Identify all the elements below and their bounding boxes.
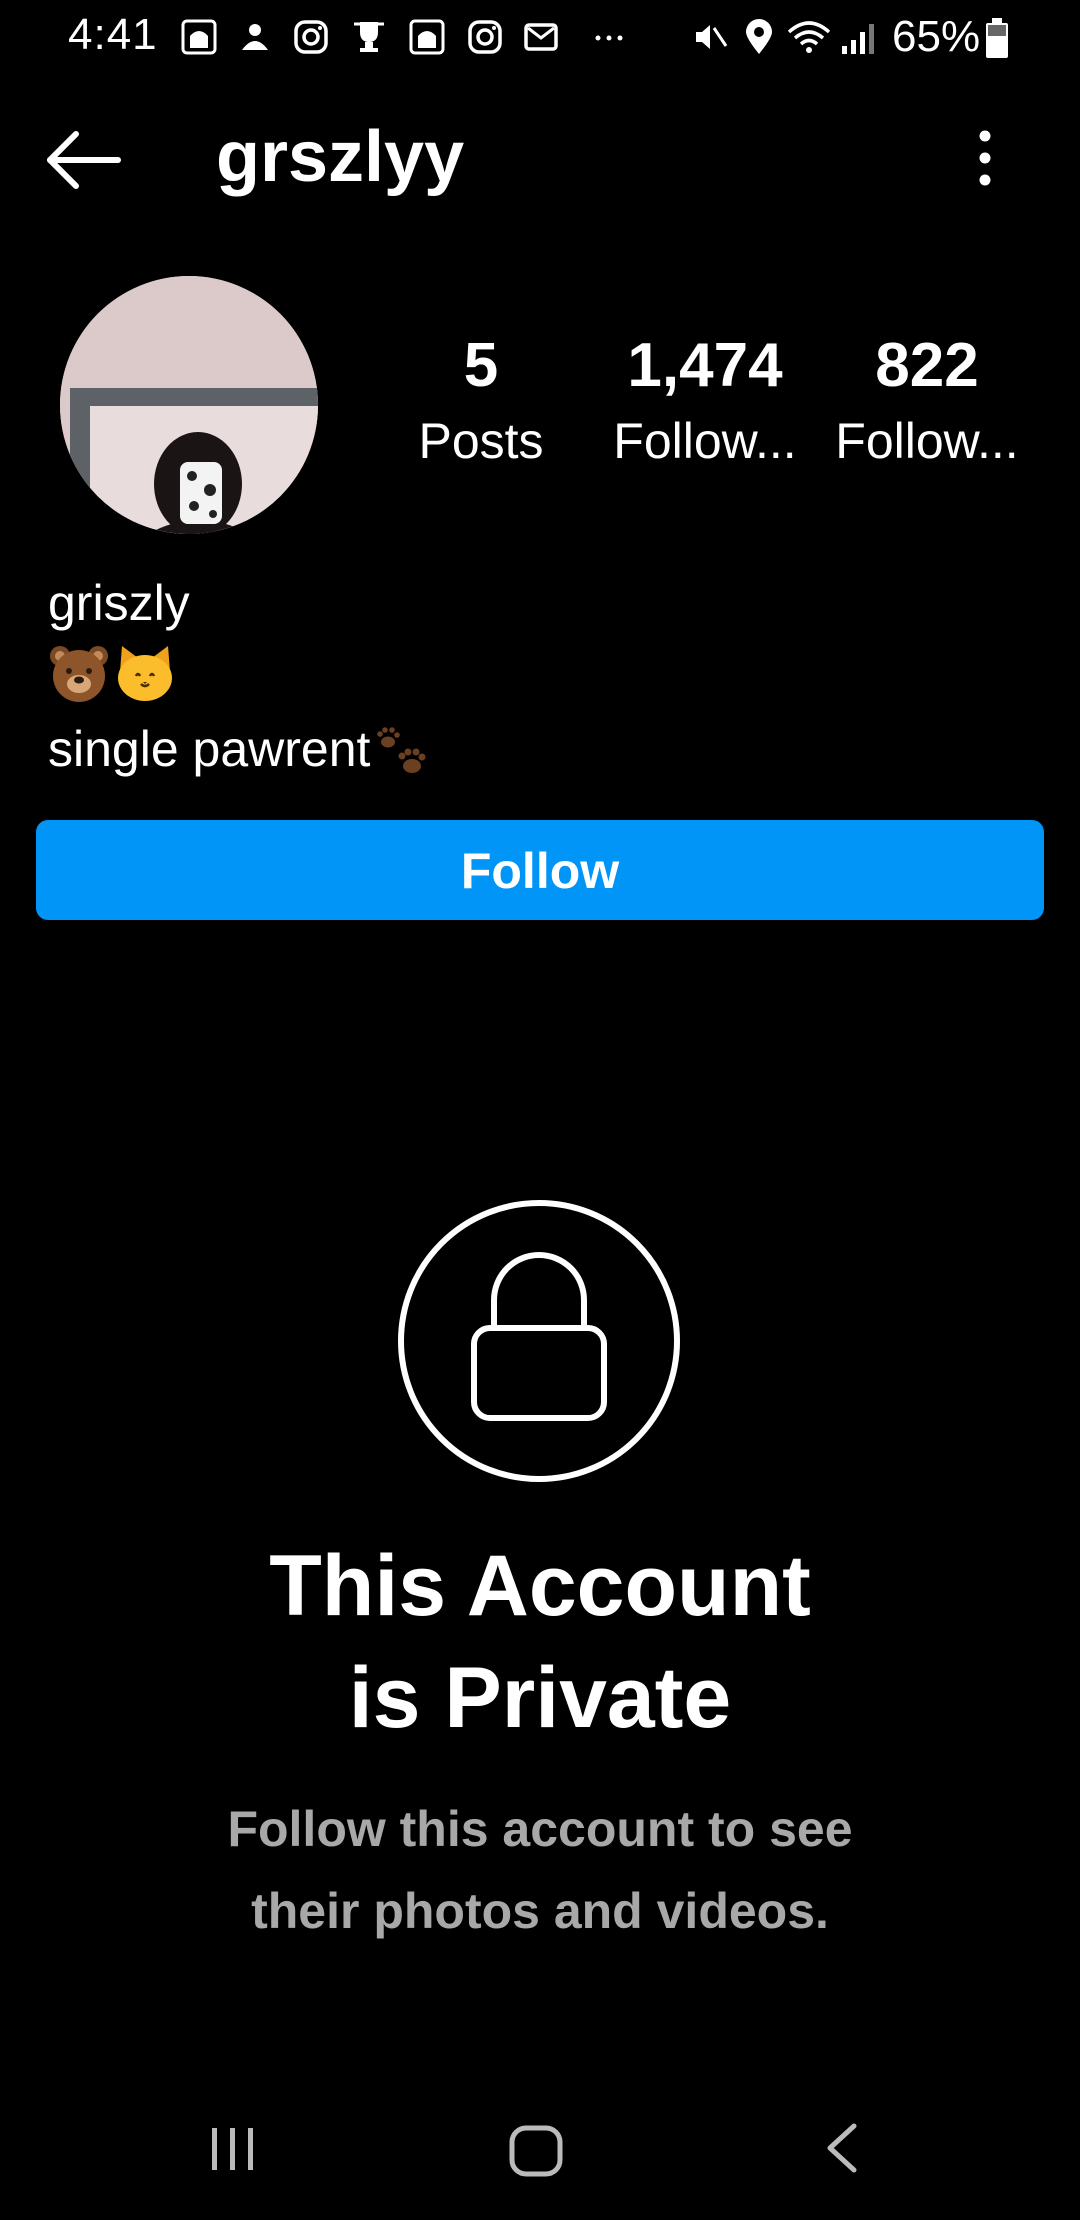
stat-value: 5 [463,331,499,400]
more-notifications-icon [595,35,623,41]
bio-emoji-line: 🐻🐱 [48,640,178,706]
private-title-line: This Account [269,1538,811,1634]
home-icon[interactable] [508,2124,564,2178]
battery-percentage: 65% [892,12,981,61]
mail-icon [524,23,558,51]
recent-apps-icon[interactable] [208,2124,258,2174]
paw-prints-icon [377,727,426,773]
back-arrow-icon[interactable] [40,120,130,200]
mute-icon [696,25,728,49]
profile-avatar[interactable] [60,276,318,534]
more-options-icon[interactable] [950,118,1020,198]
mosque-icon [409,19,445,55]
private-subtitle-line: Follow this account to see [227,1801,853,1857]
private-account-title: This Account is Private [0,1530,1080,1754]
bio-text-line: single pawrent 🐾 [48,716,432,782]
status-bar: 4:41 65% [0,0,1080,80]
display-name: griszly [48,575,190,631]
battery-icon [986,18,1008,58]
mosque-icon [181,19,217,55]
nav-back-icon[interactable] [818,2120,864,2176]
wifi-icon [787,21,831,53]
stat-label: Follow... [835,413,1019,469]
stat-posts[interactable]: 5 Posts [366,330,596,472]
stat-label: Posts [418,413,544,469]
stat-value: 1,474 [627,331,783,400]
stat-following[interactable]: 822 Follow... [812,330,1042,472]
bio-text: single pawrent [48,721,371,777]
game-icon [242,24,268,50]
status-time: 4:41 [68,10,158,59]
signal-icon [842,24,874,54]
private-subtitle-line: their photos and videos. [251,1883,829,1939]
avatar-photo [60,276,318,534]
follow-button[interactable]: Follow [36,820,1044,920]
profile-username: grszlyy [216,117,465,197]
private-account-subtitle: Follow this account to see their photos … [0,1788,1080,1952]
trophy-icon [354,22,384,52]
instagram-icon [294,20,328,54]
bear-emoji-icon [50,646,108,702]
cat-emoji-icon [118,646,172,701]
instagram-icon [468,20,502,54]
stat-label: Follow... [613,413,797,469]
stat-followers[interactable]: 1,474 Follow... [590,330,820,472]
location-icon [746,19,772,54]
lock-icon [398,1200,680,1482]
private-title-line: is Private [348,1650,732,1746]
stat-value: 822 [875,331,979,400]
